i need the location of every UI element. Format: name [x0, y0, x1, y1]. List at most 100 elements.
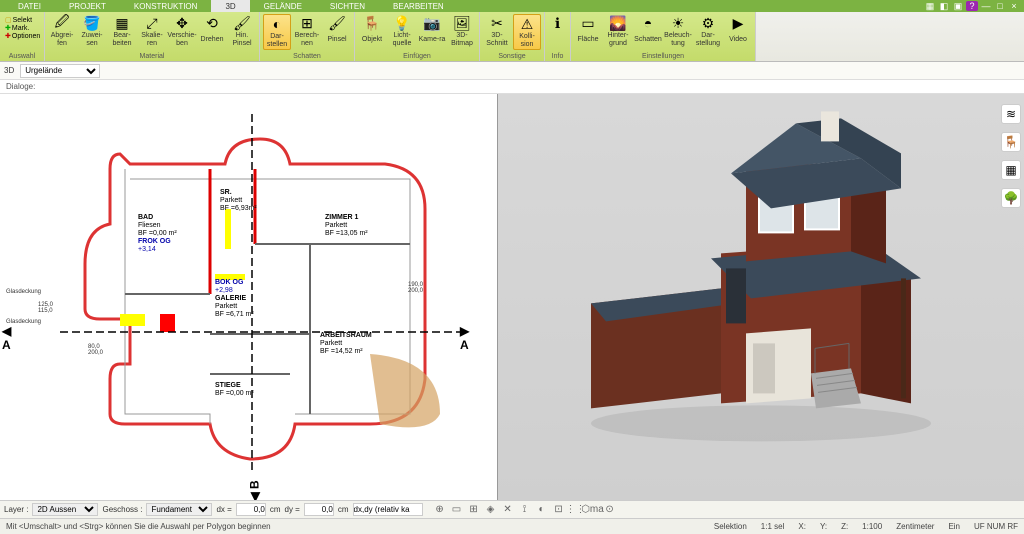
dy-input[interactable]: [304, 503, 334, 516]
titlebar-icon-3[interactable]: ▣: [952, 1, 964, 11]
status-ratio: 1:1 sel: [761, 522, 785, 531]
geschoss-label: Geschoss :: [102, 505, 142, 514]
ribbon-group-einfuegen: 🪑Objekt 💡Licht-quelle 📷Kame-ra 🖼3D-Bitma…: [355, 12, 480, 61]
minimize-icon[interactable]: —: [980, 1, 992, 11]
info-button[interactable]: ℹ: [548, 14, 567, 32]
dx-input[interactable]: [236, 503, 266, 516]
ribbon-group-title: Einstellungen: [574, 53, 752, 61]
tool-icon[interactable]: ⊡: [552, 503, 566, 517]
side-toolbar: ≋ 🪑 ▦ 🌳: [1001, 104, 1021, 208]
drehen-button[interactable]: ⟲Drehen: [198, 14, 226, 48]
ribbon-group-title: Einfügen: [358, 53, 476, 61]
pinsel-button[interactable]: 🖌Pinsel: [323, 14, 351, 50]
bitmap-button[interactable]: 🖼3D-Bitmap: [448, 14, 476, 48]
floorplan-canvas[interactable]: BADFliesenBF =0,00 m²FROK OG+3,14 SR.Par…: [0, 94, 498, 500]
tool-icon[interactable]: ⟟: [518, 503, 532, 517]
kollision-button[interactable]: ⚠Kolli-sion: [513, 14, 541, 50]
verschieben-button[interactable]: ✥Verschie-ben: [168, 14, 196, 48]
ribbon-group-title: Material: [48, 53, 256, 61]
darstellung-button[interactable]: ⚙Dar-stellung: [694, 14, 722, 48]
tool-icon[interactable]: ⊙: [603, 503, 617, 517]
mark-button[interactable]: ✚Mark.: [5, 24, 39, 32]
dialoge-bar: Dialoge:: [0, 80, 1024, 94]
titlebar-icon-1[interactable]: ▦: [924, 1, 936, 11]
zuweisen-button[interactable]: 🪣Zuwei-sen: [78, 14, 106, 48]
dxdy-input[interactable]: [353, 503, 423, 516]
status-uf: UF NUM RF: [974, 522, 1018, 531]
menu-tab-sichten[interactable]: SICHTEN: [316, 0, 379, 12]
menu-tab-bearbeiten[interactable]: BEARBEITEN: [379, 0, 458, 12]
titlebar-icon-2[interactable]: ◧: [938, 1, 950, 11]
darstellen-button[interactable]: ◐Dar-stellen: [263, 14, 291, 50]
berechnen-button[interactable]: ⊞Berech-nen: [293, 14, 321, 50]
help-icon[interactable]: ?: [966, 1, 978, 11]
ribbon-group-title: Schatten: [263, 53, 351, 61]
geschoss-select[interactable]: Fundament: [146, 503, 212, 516]
view-label: 3D: [4, 66, 14, 75]
ribbon-group-info: ℹ Info: [545, 12, 571, 61]
palette-icon[interactable]: ▦: [1001, 160, 1021, 180]
schatten-set-button[interactable]: ◓Schatten: [634, 14, 662, 48]
tool-icon[interactable]: ◐: [535, 503, 549, 517]
tool-icon[interactable]: ⬡ma: [586, 503, 600, 517]
maximize-icon[interactable]: □: [994, 1, 1006, 11]
menu-tab-3d[interactable]: 3D: [211, 0, 249, 12]
lichtquelle-button[interactable]: 💡Licht-quelle: [388, 14, 416, 48]
ribbon-group-auswahl: ▢Selekt ✚Mark. ✚Optionen Auswahl: [0, 12, 45, 61]
menu-tab-gelaende[interactable]: GELÄNDE: [250, 0, 316, 12]
section-mark-a: ◀A: [2, 324, 11, 352]
dy-label: dy =: [285, 505, 300, 514]
tool-icon[interactable]: ▭: [450, 503, 464, 517]
dx-label: dx =: [216, 505, 231, 514]
status-selektion: Selektion: [714, 522, 747, 531]
flaeche-button[interactable]: ▭Fläche: [574, 14, 602, 48]
furniture-icon[interactable]: 🪑: [1001, 132, 1021, 152]
tool-icon[interactable]: ⊕: [433, 503, 447, 517]
ribbon: ▢Selekt ✚Mark. ✚Optionen Auswahl 🖉Abgrei…: [0, 12, 1024, 62]
menubar: DATEI PROJEKT KONSTRUKTION 3D GELÄNDE SI…: [0, 0, 1024, 12]
bearbeiten-button[interactable]: ▦Bear-beiten: [108, 14, 136, 48]
workspace: BADFliesenBF =0,00 m²FROK OG+3,14 SR.Par…: [0, 94, 1024, 500]
ribbon-group-material: 🖉Abgrei-fen 🪣Zuwei-sen ▦Bear-beiten ⤢Ska…: [45, 12, 260, 61]
status-ein: Ein: [948, 522, 960, 531]
tool-icon[interactable]: ⊞: [467, 503, 481, 517]
layer-label: Layer :: [4, 505, 28, 514]
kamera-button[interactable]: 📷Kame-ra: [418, 14, 446, 48]
status-x: X:: [798, 522, 806, 531]
video-button[interactable]: ▶Video: [724, 14, 752, 48]
status-y: Y:: [820, 522, 827, 531]
abgreifen-button[interactable]: 🖉Abgrei-fen: [48, 14, 76, 48]
glasdeckung-label-2: Glasdeckung: [6, 319, 41, 325]
ribbon-group-einstellungen: ▭Fläche 🌄Hinter-grund ◓Schatten ☀Beleuch…: [571, 12, 756, 61]
section-mark-a2: ▶A: [460, 324, 469, 352]
optionen-button[interactable]: ✚Optionen: [5, 32, 39, 40]
beleuchtung-button[interactable]: ☀Beleuch-tung: [664, 14, 692, 48]
skalieren-button[interactable]: ⤢Skalie-ren: [138, 14, 166, 48]
menu-tab-datei[interactable]: DATEI: [4, 0, 55, 12]
status-scale: 1:100: [862, 522, 882, 531]
ribbon-group-sonstige: ✂3D-Schnitt ⚠Kolli-sion Sonstige: [480, 12, 545, 61]
terrain-dropdown[interactable]: Urgelände: [20, 64, 100, 78]
close-icon[interactable]: ×: [1008, 1, 1020, 11]
ribbon-group-title: Auswahl: [3, 53, 41, 61]
3d-canvas[interactable]: ≋ 🪑 ▦ 🌳: [498, 94, 1024, 500]
objekt-button[interactable]: 🪑Objekt: [358, 14, 386, 48]
layers-icon[interactable]: ≋: [1001, 104, 1021, 124]
selekt-button[interactable]: ▢Selekt: [5, 16, 39, 24]
view-subbar: 3D Urgelände: [0, 62, 1024, 80]
status-unit: Zentimeter: [896, 522, 934, 531]
glasdeckung-label: Glasdeckung: [6, 289, 41, 295]
ribbon-group-title: Info: [548, 53, 567, 61]
hintergrund-button[interactable]: 🌄Hinter-grund: [604, 14, 632, 48]
tool-icon[interactable]: ✕: [501, 503, 515, 517]
status-z: Z:: [841, 522, 848, 531]
hinpinsel-button[interactable]: 🖌Hin. Pinsel: [228, 14, 256, 48]
status-hint: Mit <Umschalt> und <Strg> können Sie die…: [6, 522, 271, 531]
tree-icon[interactable]: 🌳: [1001, 188, 1021, 208]
section-mark-b: ◀ B: [248, 480, 262, 500]
menu-tab-konstruktion[interactable]: KONSTRUKTION: [120, 0, 212, 12]
ribbon-group-schatten: ◐Dar-stellen ⊞Berech-nen 🖌Pinsel Schatte…: [260, 12, 355, 61]
schnitt-button[interactable]: ✂3D-Schnitt: [483, 14, 511, 50]
tool-icon[interactable]: ◈: [484, 503, 498, 517]
layer-select[interactable]: 2D Aussen: [32, 503, 98, 516]
